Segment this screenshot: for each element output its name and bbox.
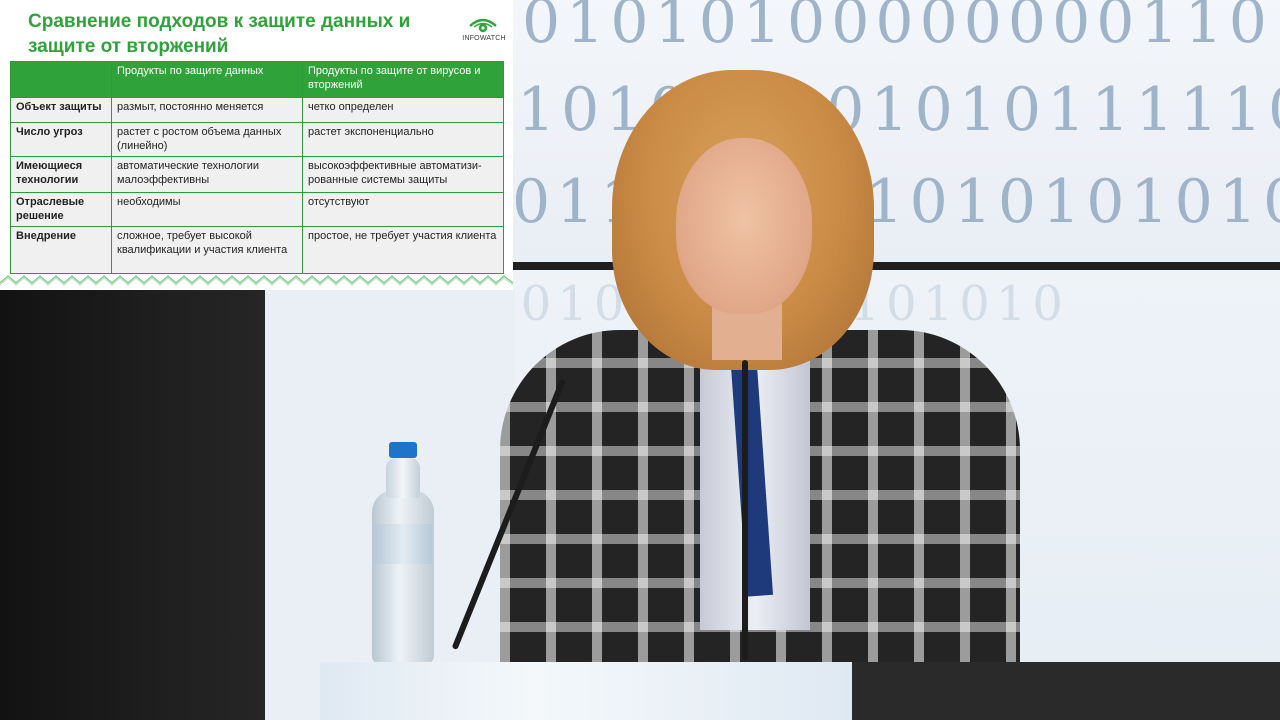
presentation-slide: Сравнение подходов к защите данных и защ… (0, 0, 513, 290)
slide-title-line1: Сравнение подходов к защите данных и (28, 11, 411, 32)
infowatch-logo: INFOWATCH (455, 13, 513, 49)
cell-intrusion-protection: простое, не требует участия клиента (302, 226, 504, 274)
eye-icon (469, 18, 497, 33)
binary-pattern: 01010100000000110100 (522, 0, 1280, 57)
cell-data-protection: необходимы (111, 192, 303, 227)
slide-footer-zigzag (0, 275, 513, 286)
cell-intrusion-protection: высокоэффективные автоматизи-рованные си… (302, 156, 504, 193)
podium-shadow (852, 662, 1280, 720)
table-row: Число угроз растет с ростом объема данны… (10, 122, 504, 157)
table-row: Отраслевые решение необходимы отсутствую… (10, 192, 504, 227)
row-label: Имеющиеся технологии (10, 156, 112, 193)
table-header-row: Продукты по защите данных Продукты по за… (10, 61, 504, 98)
microphone (742, 360, 748, 660)
cell-intrusion-protection: растет экспоненциально (302, 122, 504, 157)
cell-data-protection: размыт, постоянно меняется (111, 97, 303, 123)
slide-title-line2: защите от вторжений (28, 36, 229, 57)
cell-data-protection: автоматические технологии малоэффективны (111, 156, 303, 193)
header-cell-empty (10, 61, 112, 98)
table-row: Имеющиеся технологии автоматические техн… (10, 156, 504, 193)
row-label: Число угроз (10, 122, 112, 157)
cell-data-protection: сложное, требует высокой квалификации и … (111, 226, 303, 274)
cell-data-protection: растет с ростом объема данных (линейно) (111, 122, 303, 157)
speaker-face (676, 138, 812, 314)
cell-intrusion-protection: четко определен (302, 97, 504, 123)
row-label: Внедрение (10, 226, 112, 274)
row-label: Объект защиты (10, 97, 112, 123)
slide-title: Сравнение подходов к защите данных и защ… (28, 9, 448, 59)
table-row: Объект защиты размыт, постоянно меняется… (10, 97, 504, 123)
cell-intrusion-protection: отсутствуют (302, 192, 504, 227)
table-row: Внедрение сложное, требует высокой квали… (10, 226, 504, 274)
comparison-table: Продукты по защите данных Продукты по за… (10, 61, 504, 274)
row-label: Отраслевые решение (10, 192, 112, 227)
header-cell-data-protection: Продукты по защите данных (111, 61, 303, 98)
water-bottle (372, 442, 434, 664)
logo-text: INFOWATCH (462, 35, 506, 42)
header-cell-intrusion-protection: Продукты по защите от вирусов и вторжени… (302, 61, 504, 98)
podium (320, 662, 852, 720)
